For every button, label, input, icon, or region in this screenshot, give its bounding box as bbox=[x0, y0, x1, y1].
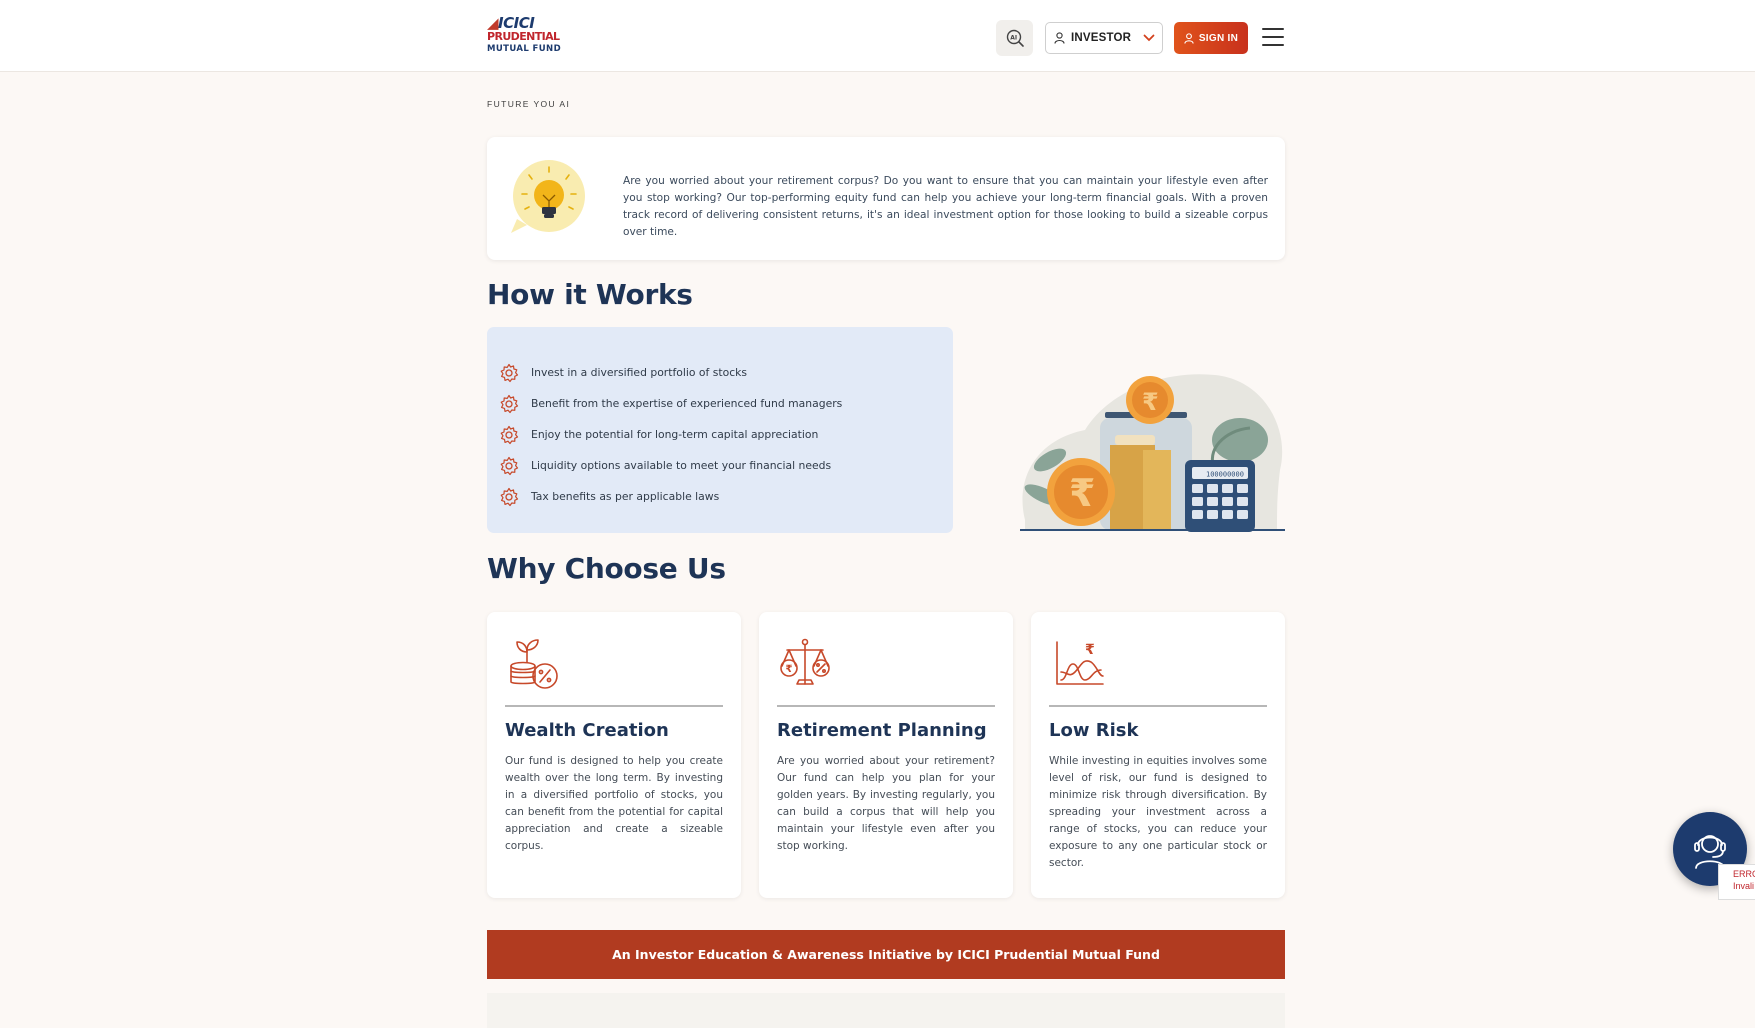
list-item: Tax benefits as per applicable laws bbox=[499, 481, 842, 512]
list-item: Liquidity options available to meet your… bbox=[499, 450, 842, 481]
rupee-chart-icon: ₹ bbox=[1056, 641, 1104, 685]
card-description: Are you worried about your retirement? O… bbox=[777, 755, 995, 852]
svg-text:₹: ₹ bbox=[1069, 471, 1095, 515]
list-item-label: Tax benefits as per applicable laws bbox=[531, 490, 720, 503]
list-item: Invest in a diversified portfolio of sto… bbox=[499, 357, 842, 388]
investor-education-banner: An Investor Education & Awareness Initia… bbox=[487, 930, 1285, 979]
breadcrumb[interactable]: FUTURE YOU AI bbox=[487, 99, 570, 109]
coins-jar-calculator-illustration: ₹ ₹ 100000000 bbox=[1020, 374, 1285, 532]
svg-text:₹: ₹ bbox=[1085, 642, 1095, 658]
svg-text:₹: ₹ bbox=[1142, 388, 1159, 416]
gear-icon bbox=[500, 394, 519, 413]
icici-prudential-logo[interactable]: ◢ICICI PRUDENTIAL MUTUAL FUND bbox=[487, 16, 577, 60]
intro-card: Are you worried about your retirement co… bbox=[487, 137, 1285, 260]
sign-in-button[interactable]: SIGN IN bbox=[1174, 22, 1248, 54]
feature-card-low-risk: ₹ Low Risk While investing in equities i… bbox=[1031, 612, 1285, 898]
card-title: Low Risk bbox=[1049, 720, 1139, 741]
logo-line2: PRUDENTIAL bbox=[487, 30, 560, 43]
plant-coins-percent-icon bbox=[510, 639, 558, 689]
balance-scale-icon: ₹ bbox=[780, 638, 830, 685]
ai-search-button[interactable]: AI bbox=[996, 20, 1033, 56]
gear-icon bbox=[500, 425, 519, 444]
recaptcha-error: ERRO Invali bbox=[1718, 864, 1755, 900]
gear-icon bbox=[500, 487, 519, 506]
svg-text:AI: AI bbox=[1010, 35, 1017, 42]
svg-text:₹: ₹ bbox=[786, 664, 793, 675]
sign-in-label: SIGN IN bbox=[1198, 32, 1239, 44]
hamburger-menu-icon[interactable] bbox=[1262, 28, 1284, 46]
ai-search-icon: AI bbox=[1006, 29, 1024, 47]
chevron-down-icon bbox=[1143, 34, 1155, 42]
why-choose-us-heading: Why Choose Us bbox=[487, 552, 726, 585]
footer-strip bbox=[487, 993, 1285, 1028]
how-it-works-heading: How it Works bbox=[487, 278, 693, 311]
gear-icon bbox=[500, 456, 519, 475]
intro-text: Are you worried about your retirement co… bbox=[623, 175, 1268, 238]
gear-icon bbox=[500, 363, 519, 382]
feature-card-retirement-planning: ₹ Retirement Planning Are you worried ab… bbox=[759, 612, 1013, 898]
investor-label: INVESTOR bbox=[1071, 32, 1132, 44]
list-item-label: Invest in a diversified portfolio of sto… bbox=[531, 366, 748, 379]
user-icon bbox=[1184, 32, 1194, 44]
site-header: ◢ICICI PRUDENTIAL MUTUAL FUND AI INVESTO… bbox=[0, 0, 1755, 72]
card-description: While investing in equities involves som… bbox=[1049, 755, 1267, 869]
how-it-works-list: Invest in a diversified portfolio of sto… bbox=[499, 357, 842, 512]
list-item: Benefit from the expertise of experience… bbox=[499, 388, 842, 419]
list-item-label: Enjoy the potential for long-term capita… bbox=[531, 428, 819, 441]
how-it-works-list-box: Invest in a diversified portfolio of sto… bbox=[487, 327, 953, 533]
divider bbox=[777, 705, 995, 707]
list-item-label: Benefit from the expertise of experience… bbox=[531, 397, 843, 410]
svg-text:100000000: 100000000 bbox=[1206, 471, 1244, 479]
lightbulb-icon bbox=[511, 160, 585, 233]
card-title: Wealth Creation bbox=[505, 720, 669, 741]
feature-card-wealth-creation: Wealth Creation Our fund is designed to … bbox=[487, 612, 741, 898]
card-description: Our fund is designed to help you create … bbox=[505, 755, 723, 852]
investor-dropdown[interactable]: INVESTOR bbox=[1045, 22, 1163, 54]
divider bbox=[505, 705, 723, 707]
divider bbox=[1049, 705, 1267, 707]
logo-line3: MUTUAL FUND bbox=[487, 44, 562, 54]
card-title: Retirement Planning bbox=[777, 720, 987, 741]
list-item: Enjoy the potential for long-term capita… bbox=[499, 419, 842, 450]
banner-text: An Investor Education & Awareness Initia… bbox=[612, 947, 1160, 962]
list-item-label: Liquidity options available to meet your… bbox=[531, 459, 832, 472]
user-icon bbox=[1054, 32, 1065, 44]
